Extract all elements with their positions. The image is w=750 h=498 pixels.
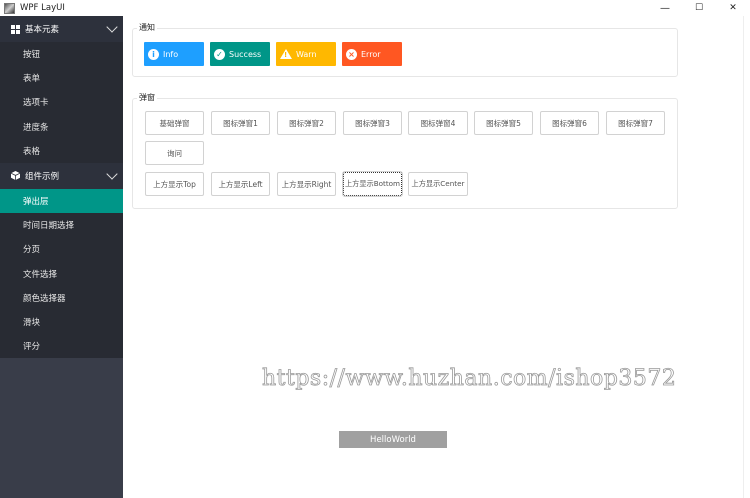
sidebar: 基本元素 按钮 表单 选项卡 进度条 表格 组件示例 弹出层 时间日期选择 分页…: [0, 16, 123, 498]
minimize-button[interactable]: —: [648, 0, 682, 16]
close-button[interactable]: ✕: [716, 0, 750, 16]
sidebar-group-component-items: 弹出层 时间日期选择 分页 文件选择 颜色选择器 滑块 评分: [0, 188, 123, 359]
chevron-down-icon: [106, 21, 118, 33]
info-icon: i: [148, 48, 159, 60]
notice-panel-title: 通知: [137, 22, 157, 33]
sidebar-group-basic-items: 按钮 表单 选项卡 进度条 表格: [0, 42, 123, 163]
sidebar-item-rate[interactable]: 评分: [0, 334, 123, 358]
close-circle-icon: ×: [346, 48, 357, 60]
icon-popup-7-button[interactable]: 图标弹窗7: [606, 111, 665, 135]
window-titlebar: WPF LayUI — ☐ ✕: [0, 0, 750, 16]
icon-popup-3-button[interactable]: 图标弹窗3: [343, 111, 402, 135]
info-button[interactable]: i Info: [144, 42, 204, 66]
basic-popup-button[interactable]: 基础弹窗: [145, 111, 204, 135]
success-button[interactable]: ✓ Success: [210, 42, 270, 66]
cube-icon: [11, 171, 20, 181]
show-center-button[interactable]: 上方显示Center: [408, 172, 468, 196]
window-controls: — ☐ ✕: [648, 0, 750, 16]
sidebar-group-component-examples[interactable]: 组件示例: [0, 162, 123, 189]
show-right-button[interactable]: 上方显示Right: [277, 172, 336, 196]
warning-icon: !: [280, 49, 292, 59]
sidebar-item-table[interactable]: 表格: [0, 139, 123, 163]
sidebar-group-label: 基本元素: [25, 25, 60, 35]
popup-panel-title: 弹窗: [137, 92, 157, 103]
chevron-down-icon: [106, 168, 118, 180]
sidebar-group-basic-elements[interactable]: 基本元素: [0, 16, 123, 42]
warn-button-label: Warn: [296, 49, 317, 59]
helloworld-toast: HelloWorld: [339, 431, 447, 448]
show-bottom-button[interactable]: 上方显示Bottom: [342, 171, 403, 197]
app-icon: [4, 2, 15, 14]
sidebar-item-slider[interactable]: 滑块: [0, 310, 123, 334]
main-content: 通知 i Info ✓ Success ! Warn × Error 弹窗 基础…: [123, 16, 743, 498]
confirm-button[interactable]: 询问: [145, 141, 204, 165]
sidebar-item-form[interactable]: 表单: [0, 66, 123, 90]
sidebar-item-popup-layer[interactable]: 弹出层: [0, 188, 123, 214]
sidebar-item-progress[interactable]: 进度条: [0, 115, 123, 139]
error-button[interactable]: × Error: [342, 42, 402, 66]
sidebar-item-datetime[interactable]: 时间日期选择: [0, 213, 123, 237]
icon-popup-4-button[interactable]: 图标弹窗4: [408, 111, 468, 135]
info-button-label: Info: [163, 49, 179, 59]
sidebar-item-button[interactable]: 按钮: [0, 42, 123, 66]
success-button-label: Success: [229, 49, 262, 59]
show-left-button[interactable]: 上方显示Left: [211, 172, 270, 196]
window-right-edge: [743, 16, 750, 498]
icon-popup-6-button[interactable]: 图标弹窗6: [540, 111, 599, 135]
sidebar-item-file-select[interactable]: 文件选择: [0, 262, 123, 286]
check-icon: ✓: [214, 48, 225, 60]
show-top-button[interactable]: 上方显示Top: [145, 172, 204, 196]
warn-button[interactable]: ! Warn: [276, 42, 336, 66]
sidebar-group-label: 组件示例: [25, 171, 60, 182]
sidebar-item-pagination[interactable]: 分页: [0, 237, 123, 261]
sidebar-item-color-picker[interactable]: 颜色选择器: [0, 286, 123, 310]
window-title: WPF LayUI: [20, 3, 65, 13]
error-button-label: Error: [361, 49, 381, 59]
watermark-text: https://www.huzhan.com/ishop3572: [262, 366, 677, 392]
grid-icon: [11, 24, 20, 34]
sidebar-item-tabs[interactable]: 选项卡: [0, 90, 123, 114]
icon-popup-2-button[interactable]: 图标弹窗2: [277, 111, 336, 135]
maximize-button[interactable]: ☐: [682, 0, 716, 16]
icon-popup-1-button[interactable]: 图标弹窗1: [211, 111, 270, 135]
icon-popup-5-button[interactable]: 图标弹窗5: [474, 111, 533, 135]
